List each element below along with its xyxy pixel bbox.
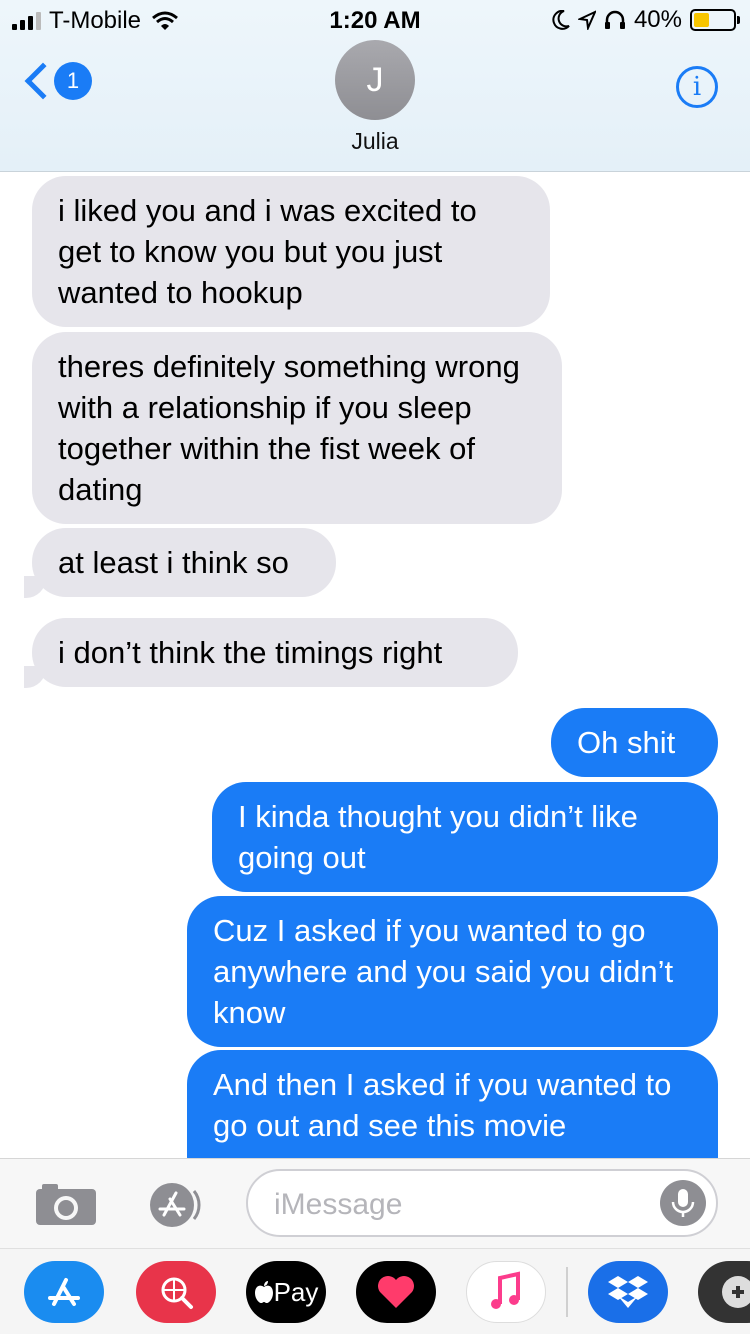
drawer-divider — [566, 1267, 568, 1317]
camera-icon[interactable] — [34, 1181, 98, 1227]
globe-search-icon[interactable] — [136, 1261, 216, 1323]
message-input[interactable]: iMessage — [246, 1169, 718, 1237]
avatar[interactable]: J — [335, 40, 415, 120]
battery-icon — [690, 9, 740, 31]
message-bubble-incoming[interactable]: theres definitely something wrong with a… — [32, 332, 562, 524]
apple-pay-button[interactable]: Pay — [246, 1261, 326, 1323]
heart-icon[interactable] — [356, 1261, 436, 1323]
mic-icon[interactable] — [660, 1180, 706, 1226]
message-bubble-outgoing[interactable]: Cuz I asked if you wanted to go anywhere… — [187, 896, 718, 1047]
app-store-icon[interactable] — [142, 1181, 208, 1229]
battery-percent: 40% — [633, 6, 682, 33]
chevron-left-icon — [24, 62, 62, 100]
headphones-icon — [604, 10, 625, 29]
message-thread[interactable]: i liked you and i was excited to get to … — [0, 172, 750, 1158]
message-bubble-outgoing[interactable]: Oh shit — [551, 708, 718, 777]
message-bubble-outgoing[interactable]: And then I asked if you wanted to go out… — [187, 1050, 718, 1158]
dropbox-icon[interactable] — [588, 1261, 668, 1323]
location-arrow-icon — [577, 10, 596, 30]
contact-name[interactable]: Julia — [0, 128, 750, 155]
app-drawer: Pay — [0, 1248, 750, 1334]
status-bar: T-Mobile 1:20 AM 40% — [0, 0, 750, 40]
message-placeholder: iMessage — [274, 1188, 403, 1221]
message-bubble-incoming[interactable]: i liked you and i was excited to get to … — [32, 176, 550, 327]
apple-pay-label: Pay — [273, 1276, 319, 1307]
music-icon[interactable] — [466, 1261, 546, 1323]
game-icon[interactable] — [698, 1261, 750, 1323]
status-right: 40% — [552, 6, 740, 34]
message-bubble-incoming[interactable]: at least i think so — [32, 528, 336, 597]
apple-logo-icon — [254, 1281, 273, 1303]
compose-bar: iMessage — [0, 1158, 750, 1248]
message-bubble-outgoing[interactable]: I kinda thought you didn’t like going ou… — [212, 782, 718, 892]
conversation-header: T-Mobile 1:20 AM 40% 1 J Julia i — [0, 0, 750, 172]
back-button[interactable]: 1 — [22, 62, 92, 100]
moon-icon — [552, 10, 570, 30]
app-store-icon[interactable] — [24, 1261, 104, 1323]
info-button[interactable]: i — [676, 66, 718, 108]
message-bubble-incoming[interactable]: i don’t think the timings right — [32, 618, 518, 687]
